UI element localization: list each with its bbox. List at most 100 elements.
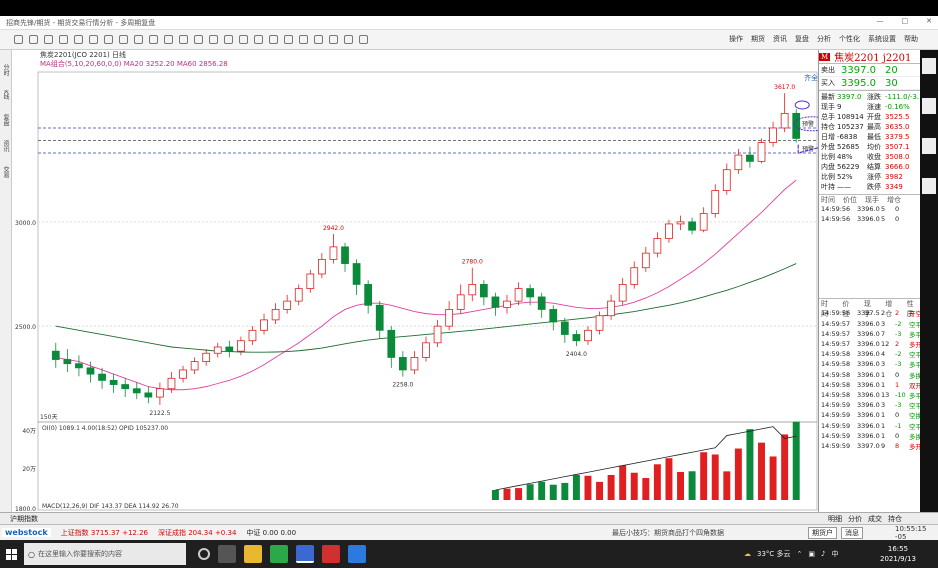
zoom-in-tool-icon[interactable] <box>164 35 173 44</box>
wechat-icon[interactable] <box>270 545 288 563</box>
candle[interactable] <box>225 346 234 352</box>
grid-tool-icon[interactable] <box>269 35 278 44</box>
strip-button[interactable] <box>922 98 936 114</box>
menu-item-1[interactable]: 期货 <box>751 34 765 44</box>
menu-item-0[interactable]: 操作 <box>729 34 743 44</box>
volume-icon[interactable]: ♪ <box>821 550 825 558</box>
input-language[interactable]: 中 <box>832 549 839 559</box>
line-tool-icon[interactable] <box>29 35 38 44</box>
tab-detail-1[interactable]: 分价 <box>848 514 862 524</box>
candle[interactable] <box>503 300 511 308</box>
candle[interactable] <box>549 309 558 323</box>
tab-detail-2[interactable]: 成交 <box>868 514 882 524</box>
candle[interactable] <box>410 357 419 371</box>
sidebar-item-trade[interactable]: 交易 <box>1 166 10 178</box>
delete-tool-icon[interactable] <box>224 35 233 44</box>
index-zz[interactable]: 中证 0.00 0.00 <box>246 528 296 538</box>
task-view-icon[interactable] <box>218 545 236 563</box>
candle[interactable] <box>167 377 176 390</box>
candle[interactable] <box>144 392 153 398</box>
candle[interactable] <box>109 379 118 385</box>
magnet-tool-icon[interactable] <box>299 35 308 44</box>
candle[interactable] <box>248 329 257 342</box>
fib-tool-icon[interactable] <box>74 35 83 44</box>
candle[interactable] <box>734 154 743 171</box>
candle[interactable] <box>98 373 106 381</box>
candle[interactable] <box>283 300 292 310</box>
candle[interactable] <box>584 329 592 342</box>
tick-list[interactable]: 14:59:56 3397.5 2 2 开空 14:59:57 3396.0 3 -2 空平 14:… <box>819 308 922 451</box>
candle[interactable] <box>63 359 72 365</box>
cursor-tool-icon[interactable] <box>14 35 23 44</box>
candle[interactable] <box>318 258 326 275</box>
candle[interactable] <box>445 309 454 327</box>
candle[interactable] <box>456 294 465 310</box>
candle[interactable] <box>132 388 141 394</box>
weather-text[interactable]: 33°C 多云 <box>757 549 791 559</box>
menu-item-5[interactable]: 个性化 <box>839 34 860 44</box>
candle[interactable] <box>769 127 777 143</box>
candle[interactable] <box>306 273 315 289</box>
candle[interactable] <box>433 325 442 344</box>
close-button[interactable]: ✕ <box>926 17 932 25</box>
ruler-tool-icon[interactable] <box>149 35 158 44</box>
candle[interactable] <box>722 169 731 191</box>
candle[interactable] <box>491 296 500 308</box>
maximize-button[interactable]: □ <box>902 17 909 25</box>
redo-tool-icon[interactable] <box>344 35 353 44</box>
tab-futures-index[interactable]: 沪期指数 <box>10 514 38 524</box>
measure-tool-icon[interactable] <box>314 35 323 44</box>
kline-chart[interactable]: 3000.02500.0预警预警齐全3617.02942.02780.02404… <box>12 50 818 525</box>
candle[interactable] <box>514 288 523 302</box>
menu-item-2[interactable]: 资讯 <box>773 34 787 44</box>
ask-row[interactable]: 卖出 3397.0 20 <box>819 64 920 77</box>
candle[interactable] <box>352 263 361 285</box>
network-icon[interactable]: ▣ <box>808 550 815 558</box>
candle[interactable] <box>398 357 407 371</box>
candle[interactable] <box>595 315 604 331</box>
ray-tool-icon[interactable] <box>44 35 53 44</box>
candle[interactable] <box>51 350 60 360</box>
candle[interactable] <box>121 384 130 390</box>
menu-item-3[interactable]: 复盘 <box>795 34 809 44</box>
taskbar-clock[interactable]: 16:55 2021/9/13 <box>880 544 916 564</box>
marker-tool-icon[interactable] <box>284 35 293 44</box>
candle[interactable] <box>607 300 615 317</box>
candle[interactable] <box>676 221 685 225</box>
futures-account-button[interactable]: 期货户 <box>808 526 837 539</box>
candle[interactable] <box>213 346 222 354</box>
sidebar-item-kline[interactable]: K线 <box>1 90 10 100</box>
undo-tool-icon[interactable] <box>329 35 338 44</box>
candle[interactable] <box>364 284 373 306</box>
start-button[interactable] <box>0 540 22 568</box>
candle[interactable] <box>526 288 534 298</box>
candle[interactable] <box>156 388 164 398</box>
candle[interactable] <box>468 284 477 296</box>
candle[interactable] <box>202 352 211 362</box>
ellipse-tool-icon[interactable] <box>104 35 113 44</box>
candle[interactable] <box>341 246 349 264</box>
candle[interactable] <box>746 154 754 162</box>
candle[interactable] <box>699 213 708 231</box>
pen-tool-icon[interactable] <box>239 35 248 44</box>
wps-icon[interactable] <box>322 545 340 563</box>
candle[interactable] <box>572 334 581 342</box>
candle[interactable] <box>792 112 801 139</box>
candle[interactable] <box>75 363 83 369</box>
sidebar-item-news[interactable]: 资讯 <box>1 140 10 152</box>
sidebar-item-fenshi[interactable]: 分时 <box>1 64 10 76</box>
menu-item-6[interactable]: 系统设置 <box>868 34 896 44</box>
index-sh[interactable]: 上证指数 3715.37 +12.26 <box>61 528 148 538</box>
candle[interactable] <box>237 340 245 352</box>
candle[interactable] <box>641 252 650 269</box>
eraser-tool-icon[interactable] <box>194 35 203 44</box>
candle[interactable] <box>86 367 95 375</box>
candle[interactable] <box>665 223 673 239</box>
rect-tool-icon[interactable] <box>89 35 98 44</box>
bid-row[interactable]: 买入 3395.0 30 <box>819 77 920 90</box>
index-sz[interactable]: 深证成指 204.34 +0.34 <box>158 528 236 538</box>
drawing-ellipse[interactable] <box>794 100 810 110</box>
text-tool-icon[interactable] <box>119 35 128 44</box>
strip-button[interactable] <box>922 138 936 154</box>
candle[interactable] <box>294 288 303 302</box>
